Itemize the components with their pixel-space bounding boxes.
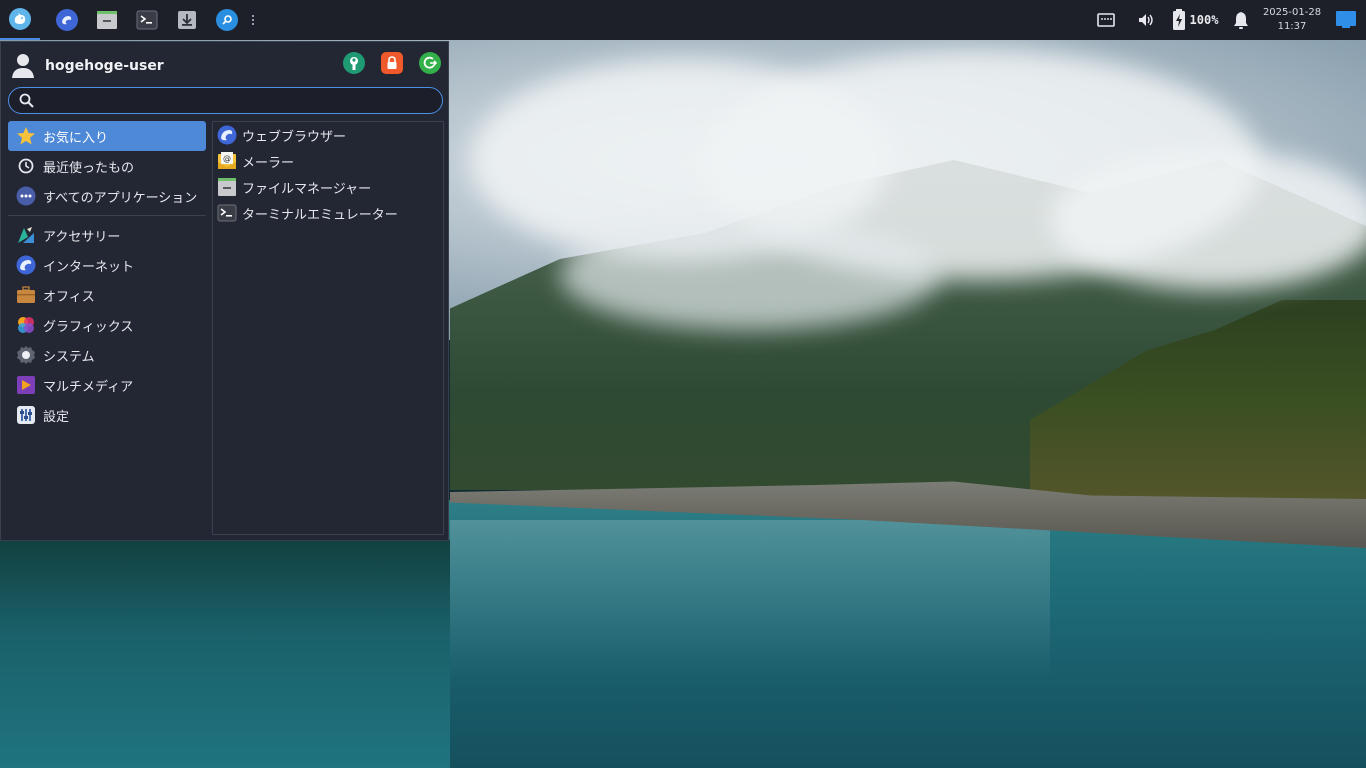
category-office[interactable]: オフィス	[8, 280, 206, 310]
clock[interactable]: 2025-01-28 11:37	[1258, 6, 1326, 34]
app-label: メーラー	[242, 155, 295, 171]
file-manager-icon	[97, 11, 117, 29]
network-indicator[interactable]	[1086, 0, 1126, 40]
clock-time: 11:37	[1277, 21, 1307, 32]
category-internet[interactable]: インターネット	[8, 250, 206, 280]
category-all-applications[interactable]: すべてのアプリケーション	[8, 181, 206, 211]
all-apps-icon	[16, 186, 36, 206]
app-finder-launcher[interactable]	[207, 0, 247, 40]
username: hogehoge-user	[45, 58, 164, 74]
bell-icon	[1234, 12, 1248, 29]
category-label: すべてのアプリケーション	[43, 190, 198, 206]
show-desktop-button[interactable]	[1326, 0, 1366, 40]
category-favorites[interactable]: お気に入り	[8, 121, 206, 151]
terminal-launcher[interactable]	[127, 0, 167, 40]
app-file-manager[interactable]: ファイルマネージャー	[213, 174, 443, 200]
pinned-launchers	[47, 0, 259, 40]
notifications-indicator[interactable]	[1224, 0, 1258, 40]
app-label: ターミナルエミュレーター	[242, 207, 398, 223]
search-box[interactable]	[8, 87, 443, 114]
browser-icon	[56, 9, 78, 31]
mail-icon: @	[217, 151, 237, 171]
wrench-icon	[350, 57, 358, 70]
category-settings[interactable]: 設定	[8, 400, 206, 430]
category-list: お気に入り 最近使ったもの すべてのアプリケーション アクセサリー インターネッ…	[8, 121, 206, 430]
battery-charging-icon	[1172, 9, 1185, 30]
category-label: 設定	[43, 409, 70, 425]
application-menu: hogehoge-user お気に入り 最近使ったもの すべてのアプリケーション…	[0, 41, 449, 541]
file-manager-launcher[interactable]	[87, 0, 127, 40]
category-label: インターネット	[43, 259, 135, 275]
category-label: オフィス	[43, 289, 95, 305]
wallpaper-reflection	[450, 520, 1050, 680]
battery-percentage: 100%	[1189, 13, 1219, 27]
category-label: アクセサリー	[43, 229, 121, 245]
category-multimedia[interactable]: マルチメディア	[8, 370, 206, 400]
search-input[interactable]	[40, 93, 442, 108]
multimedia-icon	[16, 375, 36, 395]
app-label: ファイルマネージャー	[242, 181, 372, 197]
settings-icon	[16, 405, 36, 425]
category-graphics[interactable]: グラフィックス	[8, 310, 206, 340]
volume-indicator[interactable]	[1126, 0, 1166, 40]
internet-icon	[16, 255, 36, 275]
app-label: ウェブブラウザー	[242, 129, 347, 145]
lock-screen-button[interactable]	[381, 52, 403, 74]
show-desktop-icon	[1336, 11, 1356, 28]
search-icon	[19, 93, 34, 108]
menu-actions	[343, 52, 441, 74]
network-wired-icon	[1097, 13, 1115, 27]
terminal-icon	[217, 203, 237, 223]
volume-icon	[1139, 14, 1153, 26]
system-icon	[16, 345, 36, 365]
app-mail-reader[interactable]: @ メーラー	[213, 148, 443, 174]
wallpaper-lake-shadow	[0, 540, 450, 768]
battery-indicator[interactable]: 100%	[1166, 0, 1224, 40]
graphics-icon	[16, 315, 36, 335]
clock-icon	[16, 156, 36, 176]
user-avatar-icon	[12, 54, 34, 78]
category-label: 最近使ったもの	[43, 160, 135, 176]
app-terminal-emulator[interactable]: ターミナルエミュレーター	[213, 200, 443, 226]
settings-manager-button[interactable]	[343, 52, 365, 74]
application-list: ウェブブラウザー @ メーラー ファイルマネージャー ターミナルエミュレーター	[212, 121, 444, 535]
category-label: マルチメディア	[43, 379, 134, 395]
file-manager-icon	[217, 177, 237, 197]
download-icon	[178, 11, 196, 29]
lock-icon	[387, 56, 397, 69]
office-icon	[16, 285, 36, 305]
downloads-launcher[interactable]	[167, 0, 207, 40]
category-system[interactable]: システム	[8, 340, 206, 370]
category-separator	[8, 215, 206, 216]
app-web-browser[interactable]: ウェブブラウザー	[213, 122, 443, 148]
category-label: システム	[43, 349, 95, 365]
web-browser-launcher[interactable]	[47, 0, 87, 40]
whisker-menu-button[interactable]	[0, 0, 40, 40]
top-panel: 100% 2025-01-28 11:37	[0, 0, 1366, 40]
category-label: グラフィックス	[43, 319, 134, 335]
browser-icon	[217, 125, 237, 145]
category-recent[interactable]: 最近使ったもの	[8, 151, 206, 181]
logout-icon	[423, 56, 437, 69]
category-label: お気に入り	[43, 130, 109, 146]
clock-date: 2025-01-28	[1262, 7, 1322, 18]
search-icon	[216, 9, 238, 31]
accessories-icon	[16, 225, 36, 245]
star-icon	[16, 126, 36, 146]
svg-text:@: @	[223, 154, 231, 163]
terminal-icon	[136, 10, 158, 30]
system-tray: 100% 2025-01-28 11:37	[1086, 0, 1366, 40]
app-menu-icon	[9, 8, 31, 30]
menu-header: hogehoge-user	[9, 52, 441, 80]
category-accessories[interactable]: アクセサリー	[8, 220, 206, 250]
log-out-button[interactable]	[419, 52, 441, 74]
panel-separator-handle[interactable]	[247, 0, 259, 40]
